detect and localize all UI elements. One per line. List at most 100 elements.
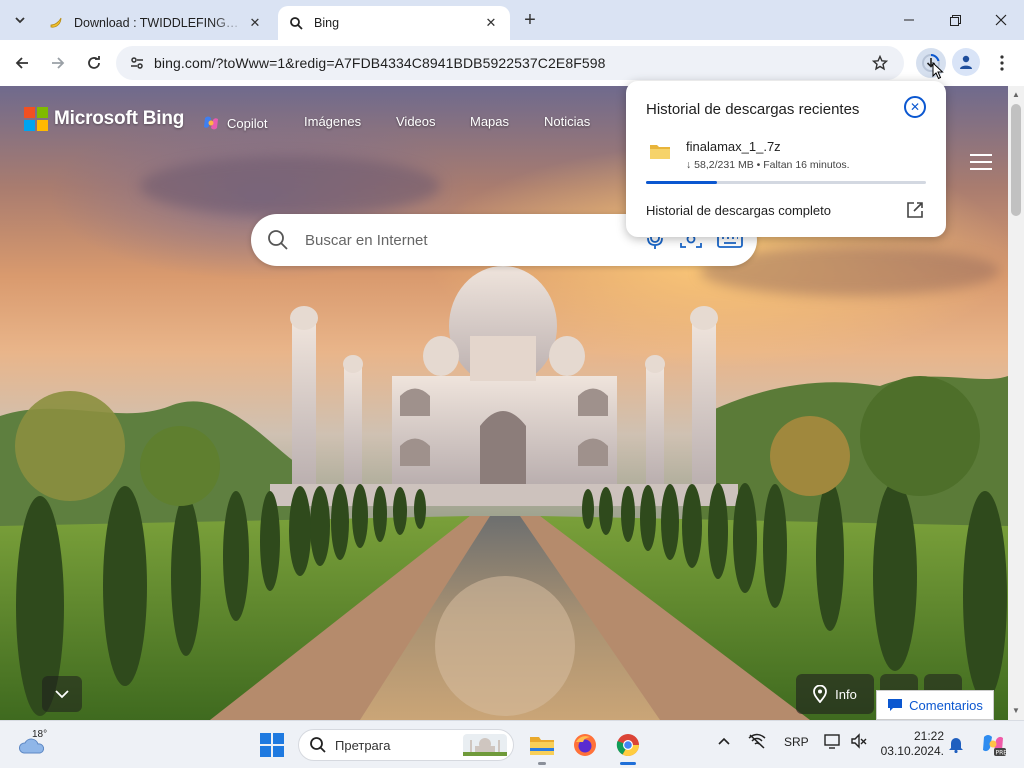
minimize-button[interactable]	[886, 6, 932, 34]
location-pin-icon	[813, 685, 828, 703]
clock-time: 21:22	[913, 729, 944, 743]
scrollbar-thumb[interactable]	[1011, 104, 1021, 216]
tab-bing[interactable]: Bing ✕	[278, 6, 510, 40]
search-icon	[251, 229, 305, 251]
copilot-taskbar-icon[interactable]: PRE	[980, 731, 1007, 760]
restore-icon	[949, 14, 961, 26]
reload-button[interactable]	[80, 49, 108, 77]
chrome-app[interactable]	[614, 731, 642, 765]
windows-taskbar: 18° Претрага SRP 21:22 03.10.2024. PRE	[0, 720, 1024, 768]
address-bar[interactable]: bing.com/?toWww=1&redig=A7FDB4334C8941BD…	[116, 46, 904, 80]
language-label: SRP	[784, 735, 809, 749]
temperature: 18°	[32, 729, 48, 740]
nav-label: Copilot	[227, 115, 268, 131]
chat-bubble-icon	[888, 699, 903, 711]
close-window-button[interactable]	[978, 6, 1024, 34]
download-status: ↓ 58,2/231 MB • Faltan 16 minutos.	[686, 159, 850, 171]
tab-search-button[interactable]	[8, 8, 32, 32]
svg-text:PRE: PRE	[996, 750, 1007, 757]
downloads-heading: Historial de descargas recientes	[646, 101, 860, 118]
hamburger-menu-icon[interactable]	[970, 154, 992, 170]
search-icon	[310, 737, 326, 753]
file-explorer-app[interactable]	[528, 731, 556, 765]
search-input[interactable]: Buscar en Internet	[305, 232, 428, 249]
microsoft-logo-icon	[24, 107, 48, 131]
feedback-label: Comentarios	[909, 697, 983, 713]
tab-strip: Download : TWIDDLEFINGER (C ✕ Bing ✕ +	[0, 0, 1024, 40]
nav-label: Noticias	[544, 114, 591, 129]
copilot-icon	[204, 116, 218, 130]
close-icon	[995, 14, 1007, 26]
search-highlight-taj-icon	[463, 734, 507, 756]
minimize-icon	[904, 19, 914, 21]
download-progress-fill	[646, 181, 717, 184]
display-icon[interactable]	[824, 733, 842, 752]
taskbar-search[interactable]: Претрага	[298, 729, 514, 761]
bing-logo[interactable]: Microsoft Bing	[24, 107, 184, 131]
speaker-muted-icon[interactable]	[850, 733, 868, 752]
nav-label: Videos	[396, 114, 436, 129]
profile-button[interactable]	[952, 48, 980, 76]
brand-name: Microsoft Bing	[54, 108, 185, 129]
download-file-name[interactable]: finalamax_1_.7z	[686, 139, 781, 154]
chrome-icon	[616, 734, 639, 756]
back-button[interactable]	[8, 49, 36, 77]
site-settings-icon[interactable]	[120, 55, 154, 71]
nav-videos[interactable]: Videos	[396, 114, 436, 129]
restore-button[interactable]	[932, 6, 978, 34]
language-indicator[interactable]: SRP	[784, 735, 809, 749]
browser-menu-button[interactable]	[990, 50, 1014, 76]
search-favicon-icon	[288, 15, 304, 31]
start-button[interactable]	[260, 733, 284, 757]
image-info-button[interactable]: Info	[796, 674, 874, 714]
person-icon	[960, 55, 972, 69]
close-tab-icon[interactable]: ✕	[246, 14, 264, 32]
firefox-icon	[574, 734, 596, 756]
weather-widget[interactable]: 18°	[18, 729, 48, 759]
download-progress-bar	[646, 181, 926, 184]
folder-icon	[650, 145, 670, 159]
notification-bell-icon[interactable]	[948, 735, 964, 756]
url-text: bing.com/?toWww=1&redig=A7FDB4334C8941BD…	[154, 55, 606, 71]
expand-feed-button[interactable]	[42, 676, 82, 712]
tab-title: Bing	[314, 16, 340, 30]
arrow-right-icon	[52, 57, 65, 69]
mouse-cursor-icon	[932, 62, 944, 80]
nav-copilot[interactable]: Copilot	[202, 114, 267, 132]
chevron-down-icon	[15, 17, 25, 24]
new-tab-button[interactable]: +	[518, 9, 542, 33]
chevron-up-icon	[718, 737, 730, 745]
tab-title: Download : TWIDDLEFINGER (C	[74, 16, 246, 30]
scroll-down-icon[interactable]: ▼	[1012, 706, 1020, 715]
clock-date: 03.10.2024.	[880, 744, 944, 758]
arrow-left-icon	[15, 57, 28, 69]
network-icon[interactable]	[748, 733, 766, 752]
nav-label: Imágenes	[304, 114, 362, 129]
bookmark-star-icon[interactable]	[870, 53, 890, 73]
scroll-up-icon[interactable]: ▲	[1012, 90, 1020, 99]
kebab-menu-icon	[1000, 55, 1004, 71]
forward-button[interactable]	[44, 49, 72, 77]
chevron-down-icon	[55, 690, 69, 699]
reload-icon	[88, 56, 100, 69]
nav-images[interactable]: Imágenes	[304, 114, 361, 129]
nav-maps[interactable]: Mapas	[470, 114, 509, 129]
full-download-history-link[interactable]: Historial de descargas completo	[646, 203, 831, 218]
page-scrollbar[interactable]: ▲ ▼	[1008, 86, 1024, 720]
nav-label: Mapas	[470, 114, 510, 129]
taskbar-search-label: Претрага	[335, 737, 391, 753]
nav-news[interactable]: Noticias	[544, 114, 590, 129]
close-tab-icon[interactable]: ✕	[482, 14, 500, 32]
downloads-bubble: Historial de descargas recientes ✕ final…	[626, 81, 946, 237]
close-bubble-icon[interactable]: ✕	[904, 96, 926, 118]
browser-toolbar: bing.com/?toWww=1&redig=A7FDB4334C8941BD…	[0, 40, 1024, 86]
banana-favicon-icon	[48, 15, 64, 31]
info-label: Info	[835, 686, 857, 702]
system-clock[interactable]: 21:22 03.10.2024.	[880, 729, 944, 759]
folder-icon	[530, 737, 554, 755]
open-in-new-icon[interactable]	[906, 201, 924, 219]
show-hidden-icons[interactable]	[718, 735, 730, 749]
feedback-button[interactable]: Comentarios	[876, 690, 994, 720]
tab-download[interactable]: Download : TWIDDLEFINGER (C ✕	[38, 6, 274, 40]
firefox-app[interactable]	[571, 731, 599, 759]
